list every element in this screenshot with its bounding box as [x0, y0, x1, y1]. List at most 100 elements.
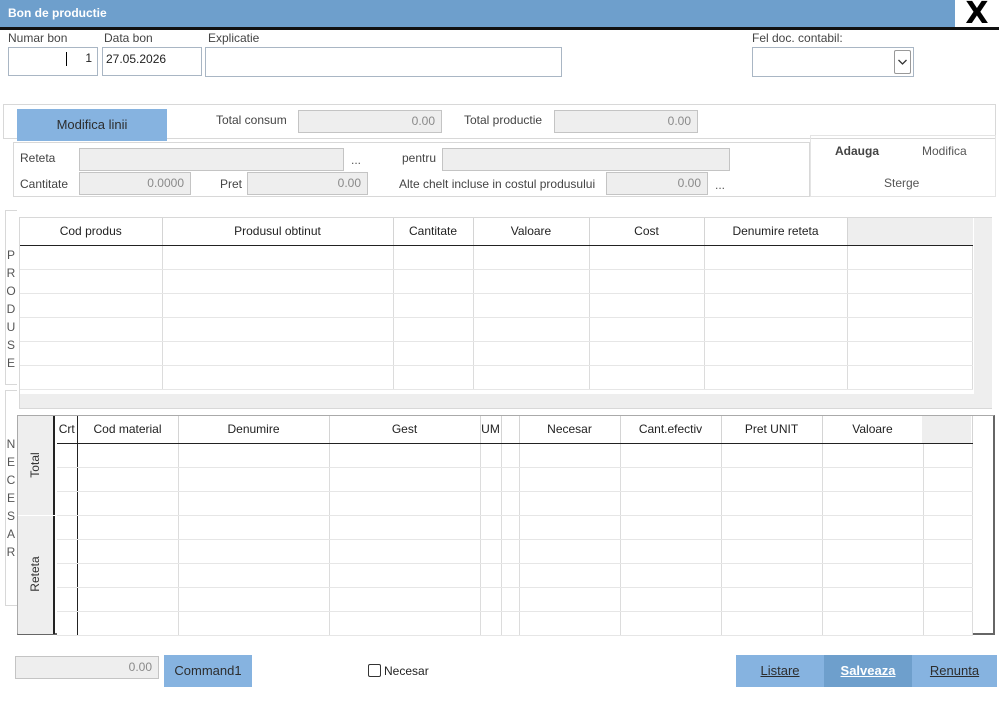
produse-col-header[interactable]: Cod produs [20, 218, 163, 246]
necesar-col-header[interactable] [501, 416, 520, 444]
table-cell[interactable] [847, 293, 973, 318]
table-cell[interactable] [329, 515, 481, 540]
table-cell[interactable] [923, 515, 973, 540]
necesar-checkbox[interactable] [368, 664, 381, 677]
table-row[interactable] [20, 293, 973, 318]
table-cell[interactable] [519, 563, 621, 588]
table-cell[interactable] [822, 563, 924, 588]
table-cell[interactable] [721, 587, 823, 612]
data-bon-field[interactable]: 27.05.2026 [102, 47, 202, 76]
necesar-col-header[interactable]: UM [480, 416, 502, 444]
table-cell[interactable] [473, 317, 590, 342]
table-cell[interactable] [589, 269, 705, 294]
necesar-col-header[interactable]: Pret UNIT [721, 416, 823, 444]
table-cell[interactable] [923, 491, 973, 516]
table-cell[interactable] [393, 365, 474, 390]
table-cell[interactable] [501, 563, 520, 588]
table-cell[interactable] [620, 443, 722, 468]
modifica-button[interactable]: Modifica [922, 144, 967, 158]
table-cell[interactable] [473, 269, 590, 294]
necesar-col-header[interactable]: Gest [329, 416, 481, 444]
table-cell[interactable] [501, 515, 520, 540]
table-cell[interactable] [501, 587, 520, 612]
table-cell[interactable] [704, 269, 848, 294]
renunta-button[interactable]: Renunta [912, 655, 997, 687]
table-cell[interactable] [77, 467, 179, 492]
table-cell[interactable] [178, 491, 330, 516]
table-cell[interactable] [620, 467, 722, 492]
table-cell[interactable] [393, 317, 474, 342]
table-cell[interactable] [847, 341, 973, 366]
table-cell[interactable] [620, 491, 722, 516]
table-cell[interactable] [480, 491, 502, 516]
table-cell[interactable] [589, 317, 705, 342]
table-cell[interactable] [162, 317, 394, 342]
table-cell[interactable] [847, 317, 973, 342]
table-cell[interactable] [847, 245, 973, 270]
table-cell[interactable] [501, 443, 520, 468]
table-cell[interactable] [822, 611, 924, 636]
table-cell[interactable] [923, 467, 973, 492]
table-cell[interactable] [77, 491, 179, 516]
table-cell[interactable] [20, 341, 163, 366]
table-cell[interactable] [57, 491, 78, 516]
alte-chelt-browse-button[interactable]: ... [715, 178, 725, 192]
table-cell[interactable] [923, 587, 973, 612]
table-cell[interactable] [620, 611, 722, 636]
table-cell[interactable] [473, 245, 590, 270]
table-cell[interactable] [519, 443, 621, 468]
table-cell[interactable] [57, 539, 78, 564]
table-cell[interactable] [480, 515, 502, 540]
table-cell[interactable] [329, 491, 481, 516]
table-cell[interactable] [822, 587, 924, 612]
table-cell[interactable] [704, 341, 848, 366]
sterge-button[interactable]: Sterge [884, 176, 919, 190]
table-cell[interactable] [704, 245, 848, 270]
table-cell[interactable] [923, 611, 973, 636]
necesar-col-header[interactable]: Necesar [519, 416, 621, 444]
modifica-linii-button[interactable]: Modifica linii [17, 109, 167, 141]
table-cell[interactable] [519, 491, 621, 516]
table-cell[interactable] [178, 611, 330, 636]
close-button[interactable]: X [955, 0, 999, 29]
table-cell[interactable] [589, 293, 705, 318]
table-cell[interactable] [923, 443, 973, 468]
table-cell[interactable] [501, 611, 520, 636]
table-cell[interactable] [20, 245, 163, 270]
table-cell[interactable] [178, 467, 330, 492]
table-cell[interactable] [329, 587, 481, 612]
table-cell[interactable] [923, 563, 973, 588]
fel-doc-select[interactable] [752, 47, 914, 77]
table-cell[interactable] [178, 515, 330, 540]
table-cell[interactable] [501, 491, 520, 516]
table-cell[interactable] [20, 365, 163, 390]
table-cell[interactable] [329, 539, 481, 564]
table-cell[interactable] [822, 515, 924, 540]
table-cell[interactable] [57, 587, 78, 612]
necesar-col-header[interactable]: Cant.efectiv [620, 416, 722, 444]
table-row[interactable] [57, 491, 973, 516]
table-cell[interactable] [162, 341, 394, 366]
necesar-col-header[interactable]: Valoare [822, 416, 924, 444]
table-cell[interactable] [473, 365, 590, 390]
table-cell[interactable] [620, 587, 722, 612]
table-row[interactable] [20, 365, 973, 390]
table-cell[interactable] [822, 539, 924, 564]
table-row[interactable] [57, 515, 973, 540]
table-row[interactable] [57, 587, 973, 612]
table-cell[interactable] [329, 563, 481, 588]
table-cell[interactable] [704, 293, 848, 318]
table-cell[interactable] [77, 611, 179, 636]
table-cell[interactable] [178, 587, 330, 612]
reteta-browse-button[interactable]: ... [351, 153, 361, 167]
table-cell[interactable] [77, 443, 179, 468]
table-row[interactable] [57, 563, 973, 588]
produse-hscrollbar[interactable] [20, 394, 974, 408]
table-cell[interactable] [480, 443, 502, 468]
table-cell[interactable] [589, 245, 705, 270]
necesar-col-header[interactable]: Cod material [77, 416, 179, 444]
tab-total[interactable]: Total [18, 416, 55, 516]
table-cell[interactable] [393, 269, 474, 294]
table-cell[interactable] [329, 443, 481, 468]
table-cell[interactable] [704, 365, 848, 390]
